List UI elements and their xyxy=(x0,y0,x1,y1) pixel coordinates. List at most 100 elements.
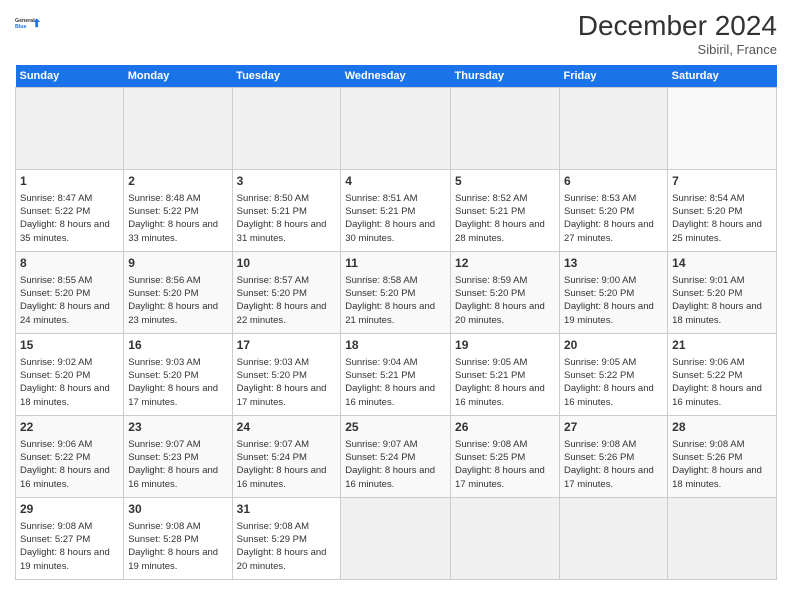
calendar-week-0 xyxy=(16,88,777,170)
sunset-text: Sunset: 5:26 PM xyxy=(672,452,742,463)
sunset-text: Sunset: 5:20 PM xyxy=(128,288,198,299)
daylight-text: Daylight: 8 hours and 16 minutes. xyxy=(237,465,327,489)
location-subtitle: Sibiril, France xyxy=(578,42,777,57)
calendar-cell: 26 Sunrise: 9:08 AM Sunset: 5:25 PM Dayl… xyxy=(451,416,560,498)
calendar-cell: 17 Sunrise: 9:03 AM Sunset: 5:20 PM Dayl… xyxy=(232,334,341,416)
title-area: December 2024 Sibiril, France xyxy=(578,10,777,57)
sunset-text: Sunset: 5:21 PM xyxy=(455,370,525,381)
calendar-cell: 31 Sunrise: 9:08 AM Sunset: 5:29 PM Dayl… xyxy=(232,498,341,580)
day-number: 29 xyxy=(20,501,119,518)
sunset-text: Sunset: 5:21 PM xyxy=(237,206,307,217)
sunrise-text: Sunrise: 9:04 AM xyxy=(345,357,417,368)
day-number: 10 xyxy=(237,255,337,272)
day-number: 20 xyxy=(564,337,663,354)
sunrise-text: Sunrise: 9:08 AM xyxy=(20,521,92,532)
calendar-header: GeneralBlue December 2024 Sibiril, Franc… xyxy=(15,10,777,57)
daylight-text: Daylight: 8 hours and 35 minutes. xyxy=(20,219,110,243)
daylight-text: Daylight: 8 hours and 30 minutes. xyxy=(345,219,435,243)
calendar-cell: 19 Sunrise: 9:05 AM Sunset: 5:21 PM Dayl… xyxy=(451,334,560,416)
sunrise-text: Sunrise: 9:08 AM xyxy=(237,521,309,532)
daylight-text: Daylight: 8 hours and 28 minutes. xyxy=(455,219,545,243)
sunset-text: Sunset: 5:20 PM xyxy=(564,206,634,217)
sunrise-text: Sunrise: 8:51 AM xyxy=(345,193,417,204)
calendar-cell: 2 Sunrise: 8:48 AM Sunset: 5:22 PM Dayli… xyxy=(124,170,232,252)
calendar-cell xyxy=(124,88,232,170)
logo: GeneralBlue xyxy=(15,10,43,38)
sunrise-text: Sunrise: 9:08 AM xyxy=(455,439,527,450)
calendar-cell: 18 Sunrise: 9:04 AM Sunset: 5:21 PM Dayl… xyxy=(341,334,451,416)
day-number: 31 xyxy=(237,501,337,518)
sunset-text: Sunset: 5:20 PM xyxy=(455,288,525,299)
sunset-text: Sunset: 5:28 PM xyxy=(128,534,198,545)
calendar-cell: 20 Sunrise: 9:05 AM Sunset: 5:22 PM Dayl… xyxy=(560,334,668,416)
sunrise-text: Sunrise: 9:02 AM xyxy=(20,357,92,368)
sunrise-text: Sunrise: 8:54 AM xyxy=(672,193,744,204)
day-number: 13 xyxy=(564,255,663,272)
calendar-cell: 1 Sunrise: 8:47 AM Sunset: 5:22 PM Dayli… xyxy=(16,170,124,252)
day-number: 12 xyxy=(455,255,555,272)
calendar-week-4: 22 Sunrise: 9:06 AM Sunset: 5:22 PM Dayl… xyxy=(16,416,777,498)
sunset-text: Sunset: 5:20 PM xyxy=(564,288,634,299)
calendar-table: Sunday Monday Tuesday Wednesday Thursday… xyxy=(15,65,777,580)
sunrise-text: Sunrise: 8:55 AM xyxy=(20,275,92,286)
header-thursday: Thursday xyxy=(451,65,560,88)
daylight-text: Daylight: 8 hours and 21 minutes. xyxy=(345,301,435,325)
daylight-text: Daylight: 8 hours and 18 minutes. xyxy=(672,465,762,489)
sunrise-text: Sunrise: 9:08 AM xyxy=(564,439,636,450)
daylight-text: Daylight: 8 hours and 20 minutes. xyxy=(237,547,327,571)
sunset-text: Sunset: 5:20 PM xyxy=(672,206,742,217)
day-number: 9 xyxy=(128,255,227,272)
day-number: 2 xyxy=(128,173,227,190)
sunset-text: Sunset: 5:29 PM xyxy=(237,534,307,545)
sunset-text: Sunset: 5:27 PM xyxy=(20,534,90,545)
day-number: 11 xyxy=(345,255,446,272)
calendar-cell xyxy=(341,88,451,170)
day-number: 28 xyxy=(672,419,772,436)
calendar-cell: 13 Sunrise: 9:00 AM Sunset: 5:20 PM Dayl… xyxy=(560,252,668,334)
daylight-text: Daylight: 8 hours and 16 minutes. xyxy=(345,465,435,489)
day-number: 27 xyxy=(564,419,663,436)
sunrise-text: Sunrise: 8:59 AM xyxy=(455,275,527,286)
day-number: 19 xyxy=(455,337,555,354)
sunrise-text: Sunrise: 8:58 AM xyxy=(345,275,417,286)
calendar-cell: 4 Sunrise: 8:51 AM Sunset: 5:21 PM Dayli… xyxy=(341,170,451,252)
daylight-text: Daylight: 8 hours and 18 minutes. xyxy=(20,383,110,407)
sunset-text: Sunset: 5:20 PM xyxy=(345,288,415,299)
day-number: 18 xyxy=(345,337,446,354)
daylight-text: Daylight: 8 hours and 23 minutes. xyxy=(128,301,218,325)
daylight-text: Daylight: 8 hours and 17 minutes. xyxy=(564,465,654,489)
sunrise-text: Sunrise: 8:50 AM xyxy=(237,193,309,204)
header-friday: Friday xyxy=(560,65,668,88)
daylight-text: Daylight: 8 hours and 19 minutes. xyxy=(564,301,654,325)
sunrise-text: Sunrise: 9:08 AM xyxy=(128,521,200,532)
sunset-text: Sunset: 5:20 PM xyxy=(128,370,198,381)
day-number: 8 xyxy=(20,255,119,272)
day-number: 5 xyxy=(455,173,555,190)
calendar-cell: 6 Sunrise: 8:53 AM Sunset: 5:20 PM Dayli… xyxy=(560,170,668,252)
day-number: 23 xyxy=(128,419,227,436)
sunrise-text: Sunrise: 9:01 AM xyxy=(672,275,744,286)
day-number: 22 xyxy=(20,419,119,436)
calendar-cell: 28 Sunrise: 9:08 AM Sunset: 5:26 PM Dayl… xyxy=(668,416,777,498)
day-number: 26 xyxy=(455,419,555,436)
calendar-week-3: 15 Sunrise: 9:02 AM Sunset: 5:20 PM Dayl… xyxy=(16,334,777,416)
header-wednesday: Wednesday xyxy=(341,65,451,88)
sunset-text: Sunset: 5:22 PM xyxy=(564,370,634,381)
sunset-text: Sunset: 5:22 PM xyxy=(20,206,90,217)
calendar-cell: 11 Sunrise: 8:58 AM Sunset: 5:20 PM Dayl… xyxy=(341,252,451,334)
day-number: 24 xyxy=(237,419,337,436)
month-title: December 2024 xyxy=(578,10,777,42)
day-number: 14 xyxy=(672,255,772,272)
calendar-cell: 8 Sunrise: 8:55 AM Sunset: 5:20 PM Dayli… xyxy=(16,252,124,334)
calendar-cell: 23 Sunrise: 9:07 AM Sunset: 5:23 PM Dayl… xyxy=(124,416,232,498)
sunrise-text: Sunrise: 9:06 AM xyxy=(20,439,92,450)
calendar-cell xyxy=(668,498,777,580)
calendar-cell xyxy=(451,498,560,580)
sunset-text: Sunset: 5:22 PM xyxy=(672,370,742,381)
sunset-text: Sunset: 5:22 PM xyxy=(128,206,198,217)
day-number: 7 xyxy=(672,173,772,190)
calendar-cell xyxy=(560,88,668,170)
daylight-text: Daylight: 8 hours and 16 minutes. xyxy=(128,465,218,489)
sunrise-text: Sunrise: 8:56 AM xyxy=(128,275,200,286)
calendar-cell: 3 Sunrise: 8:50 AM Sunset: 5:21 PM Dayli… xyxy=(232,170,341,252)
